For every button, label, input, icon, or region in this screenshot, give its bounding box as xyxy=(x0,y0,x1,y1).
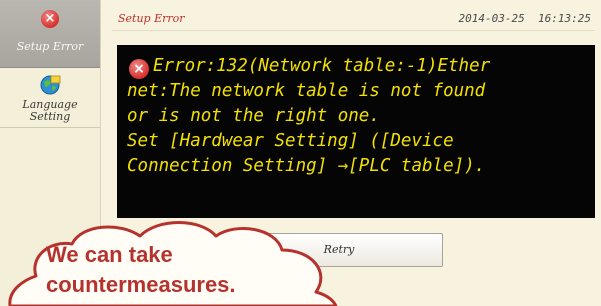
sidebar-item-label: Language Setting xyxy=(22,98,78,123)
error-message-box: × Error:132(Network table:-1)Ether net:Th… xyxy=(117,45,595,218)
callout-bubble: We can take countermeasures. xyxy=(0,210,380,306)
date-text: 2014-03-25 xyxy=(458,12,525,25)
callout-line: countermeasures. xyxy=(46,272,236,297)
language-globe-icon xyxy=(40,75,61,95)
sidebar-item-label: Setup Error xyxy=(16,40,84,53)
callout-line: We can take xyxy=(46,242,173,267)
error-message-line: Error:132(Network table:-1)Ether xyxy=(153,56,491,76)
error-icon: × xyxy=(41,10,59,28)
error-message-line: Connection Setting] →[PLC table]). xyxy=(127,156,486,176)
error-message-line: Set [Hardwear Setting] ([Device xyxy=(127,131,454,151)
sidebar-item-language-setting[interactable]: Language Setting xyxy=(0,68,100,128)
header-divider xyxy=(112,30,595,31)
error-message-line: or is not the right one. xyxy=(127,106,380,126)
timestamp: 2014-03-25 16:13:25 xyxy=(459,12,591,25)
sidebar-item-setup-error[interactable]: × Setup Error xyxy=(0,0,100,68)
time-text: 16:13:25 xyxy=(538,12,591,25)
callout-text: We can take countermeasures. xyxy=(46,240,236,300)
page-title: Setup Error xyxy=(118,12,185,25)
error-message-line: net:The network table is not found xyxy=(127,81,486,101)
error-icon: × xyxy=(129,59,149,79)
